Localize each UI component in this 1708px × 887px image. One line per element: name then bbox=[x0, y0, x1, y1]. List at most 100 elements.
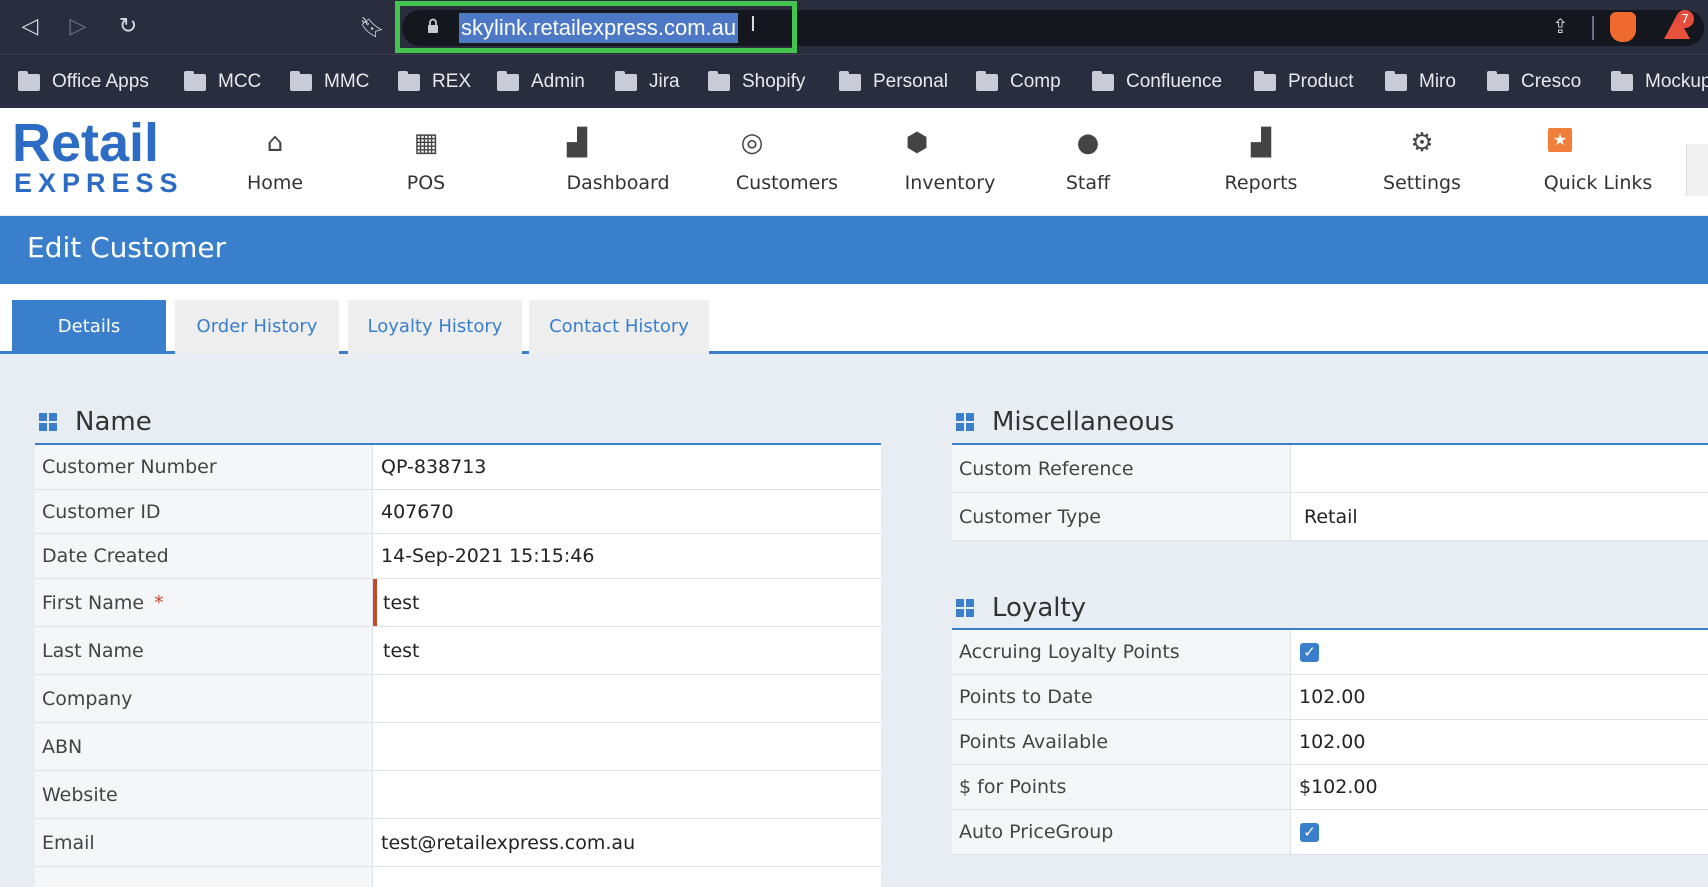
table-row: ABN bbox=[35, 723, 881, 771]
store-icon: ▦ bbox=[413, 128, 439, 158]
field-value[interactable] bbox=[373, 867, 881, 887]
abn-field[interactable] bbox=[373, 723, 881, 770]
nav-label: Reports bbox=[1224, 172, 1298, 194]
brave-shield-icon[interactable] bbox=[1610, 12, 1636, 42]
field-label: Customer Type bbox=[952, 493, 1291, 540]
tab-contact-history[interactable]: Contact History bbox=[529, 300, 709, 354]
folder-icon bbox=[615, 70, 637, 91]
share-icon[interactable]: ⇪ bbox=[1552, 14, 1574, 40]
nav-settings[interactable]: ⚙ Settings bbox=[1382, 128, 1462, 202]
bookmark-label: Cresco bbox=[1521, 71, 1582, 92]
bookmark-icon[interactable]: 🔖︎ bbox=[358, 13, 386, 41]
retail-express-logo[interactable]: Retail EXPRESS bbox=[12, 113, 184, 198]
bookmark-folder[interactable]: Mockup bbox=[1611, 69, 1708, 95]
company-field[interactable] bbox=[373, 675, 881, 722]
bookmark-label: REX bbox=[432, 71, 472, 92]
nav-inventory[interactable]: ⬢ Inventory bbox=[902, 128, 998, 202]
nav-quick-links[interactable]: ★ Quick Links bbox=[1540, 128, 1656, 202]
field-label: Points Available bbox=[952, 720, 1291, 764]
bookmarks-bar: Office Apps MCC MMC REX Admin Jira Shopi… bbox=[0, 54, 1708, 108]
bookmark-folder[interactable]: Product bbox=[1254, 69, 1353, 95]
tab-loyalty-history[interactable]: Loyalty History bbox=[348, 300, 522, 354]
section-title: Miscellaneous bbox=[992, 407, 1175, 437]
bookmark-label: MCC bbox=[218, 71, 262, 92]
bookmark-folder[interactable]: Admin bbox=[497, 69, 585, 95]
nav-label: Inventory bbox=[904, 172, 996, 194]
folder-icon bbox=[18, 70, 40, 91]
table-row: Customer Type Retail bbox=[952, 493, 1708, 541]
target-icon: ◎ bbox=[740, 128, 764, 158]
first-name-field[interactable]: test bbox=[373, 579, 881, 626]
bookmark-label: Admin bbox=[531, 71, 585, 92]
field-label: Website bbox=[35, 771, 373, 818]
table-row: Date Created 14-Sep-2021 15:15:46 bbox=[35, 534, 881, 579]
section-title: Loyalty bbox=[992, 593, 1087, 623]
last-name-field[interactable]: test bbox=[373, 627, 881, 674]
table-row: Website bbox=[35, 771, 881, 819]
field-value: ✓ bbox=[1291, 630, 1708, 674]
logo-main-text: Retail bbox=[12, 113, 160, 173]
first-name-label: First Name bbox=[42, 591, 145, 614]
points-to-date-value: 102.00 bbox=[1291, 675, 1708, 719]
folder-icon bbox=[398, 70, 420, 91]
bookmark-folder[interactable]: Personal bbox=[839, 69, 948, 95]
folder-icon bbox=[976, 70, 998, 91]
reload-icon[interactable]: ↻ bbox=[114, 13, 142, 41]
misc-panel: Custom Reference Customer Type Retail bbox=[952, 443, 1708, 541]
back-icon[interactable]: ◁ bbox=[16, 13, 44, 41]
bookmark-folder[interactable]: Confluence bbox=[1092, 69, 1222, 95]
bookmark-folder[interactable]: REX bbox=[398, 69, 471, 95]
tab-details[interactable]: Details bbox=[12, 300, 166, 354]
forward-icon[interactable]: ▷ bbox=[64, 13, 92, 41]
misc-section-heading: Miscellaneous bbox=[956, 402, 1174, 442]
bookmark-folder[interactable]: Cresco bbox=[1487, 69, 1581, 95]
home-icon: ⌂ bbox=[266, 128, 284, 158]
bookmark-folder[interactable]: MMC bbox=[290, 69, 369, 95]
nav-dashboard[interactable]: ▟ Dashboard bbox=[560, 128, 676, 202]
field-label: Customer Number bbox=[35, 445, 373, 489]
dollars-for-points-value: $102.00 bbox=[1291, 765, 1708, 809]
nav-label: Dashboard bbox=[566, 172, 670, 194]
bookmark-folder[interactable]: Comp bbox=[976, 69, 1061, 95]
folder-icon bbox=[1385, 70, 1407, 91]
email-field[interactable]: test@retailexpress.com.au bbox=[373, 819, 881, 866]
browser-toolbar: ◁ ▷ ↻ 🔖︎ skylink.retailexpress.com.au I … bbox=[0, 0, 1708, 54]
bookmark-folder[interactable]: Shopify bbox=[708, 69, 805, 95]
field-label: Email bbox=[35, 819, 373, 866]
bookmark-folder[interactable]: Miro bbox=[1385, 69, 1456, 95]
nav-label: Staff bbox=[1065, 172, 1111, 194]
required-indicator-bar bbox=[373, 579, 377, 626]
auto-pricegroup-checkbox[interactable]: ✓ bbox=[1300, 822, 1319, 842]
customer-type-select[interactable]: Retail bbox=[1291, 493, 1708, 540]
bookmark-folder[interactable]: Jira bbox=[615, 69, 680, 95]
field-label: Date Created bbox=[35, 534, 373, 578]
text-cursor-icon: I bbox=[750, 12, 756, 36]
field-label: ABN bbox=[35, 723, 373, 770]
bookmark-label: Personal bbox=[873, 71, 948, 92]
url-text[interactable]: skylink.retailexpress.com.au bbox=[459, 13, 739, 43]
tab-order-history[interactable]: Order History bbox=[175, 300, 339, 354]
bookmark-folder[interactable]: Office Apps bbox=[18, 69, 149, 95]
nav-pos[interactable]: ▦ POS bbox=[396, 128, 456, 202]
customer-number-value: QP-838713 bbox=[373, 445, 881, 489]
field-label: Customer ID bbox=[35, 490, 373, 533]
website-field[interactable] bbox=[373, 771, 881, 818]
accruing-loyalty-checkbox[interactable]: ✓ bbox=[1300, 642, 1319, 662]
bookmark-folder[interactable]: MCC bbox=[184, 69, 261, 95]
table-row: Customer ID 407670 bbox=[35, 490, 881, 534]
nav-staff[interactable]: ● Staff bbox=[1063, 128, 1113, 202]
bookmark-label: Office Apps bbox=[52, 71, 149, 92]
nav-customers[interactable]: ◎ Customers bbox=[733, 128, 841, 202]
nav-home[interactable]: ⌂ Home bbox=[243, 128, 307, 202]
nav-reports[interactable]: ▟ Reports bbox=[1222, 128, 1300, 202]
logo-sub-text: EXPRESS bbox=[14, 168, 184, 198]
custom-reference-field[interactable] bbox=[1291, 445, 1708, 492]
field-label: Company bbox=[35, 675, 373, 722]
bookmark-label: MMC bbox=[324, 71, 370, 92]
first-name-value: test bbox=[383, 591, 420, 614]
grid-icon bbox=[956, 413, 974, 431]
folder-icon bbox=[184, 70, 206, 91]
table-row: Company bbox=[35, 675, 881, 723]
page-title: Edit Customer bbox=[27, 231, 227, 264]
folder-icon bbox=[708, 70, 730, 91]
